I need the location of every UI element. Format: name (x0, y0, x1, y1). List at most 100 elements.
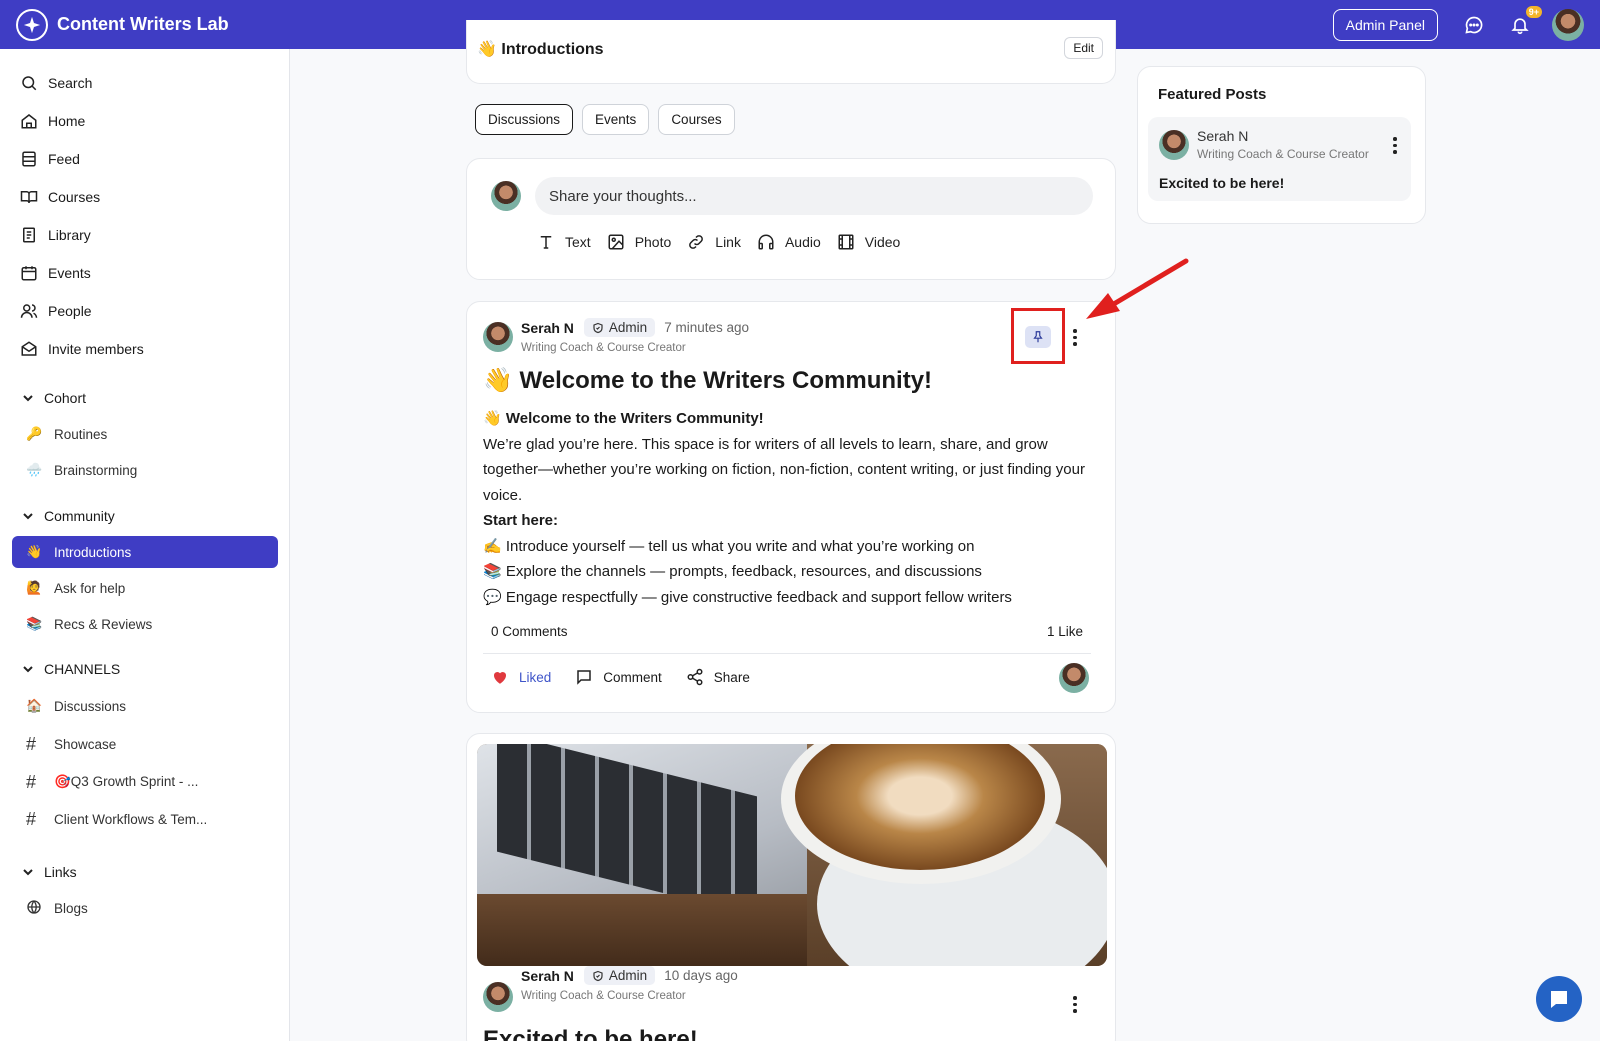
sidebar-item-q3-growth-sprint[interactable]: # 🎯Q3 Growth Sprint - ... (26, 770, 198, 794)
post-actions: Liked Comment Share (491, 668, 774, 686)
post-image[interactable] (477, 744, 1107, 966)
sidebar-item-ask-for-help[interactable]: 🙋 Ask for help (26, 576, 125, 600)
photo-post-button[interactable]: Photo (607, 233, 672, 251)
tab-courses[interactable]: Courses (658, 104, 735, 135)
section-community[interactable]: Community (22, 508, 115, 524)
sidebar-item-brainstorming[interactable]: 🌧️ Brainstorming (26, 458, 137, 482)
bell-icon[interactable]: 9+ (1510, 5, 1542, 35)
post-author[interactable]: Serah N (521, 320, 574, 336)
sidebar-item-label: Ask for help (54, 580, 126, 596)
sidebar-item-recs-reviews[interactable]: 📚 Recs & Reviews (26, 612, 152, 636)
sidebar-item-label: Library (48, 227, 91, 243)
sidebar-item-introductions[interactable]: 👋 Introductions (12, 536, 278, 568)
heart-icon (493, 671, 507, 684)
sidebar-item-label: Discussions (54, 698, 127, 714)
chevron-down-icon (22, 663, 34, 675)
sidebar-item-people[interactable]: People (20, 299, 92, 323)
avatar[interactable] (483, 322, 513, 352)
pin-button[interactable] (1025, 326, 1051, 348)
sidebar-item-home[interactable]: Home (20, 109, 85, 133)
likes-count[interactable]: 1 Like (1047, 624, 1083, 639)
sidebar-item-blogs[interactable]: Blogs (26, 896, 88, 920)
section-links[interactable]: Links (22, 864, 77, 880)
emoji-icon: 📚 (26, 616, 43, 631)
video-post-button[interactable]: Video (837, 233, 901, 251)
sidebar-item-library[interactable]: Library (20, 223, 91, 247)
sidebar-item-events[interactable]: Events (20, 261, 91, 285)
more-options-icon[interactable] (1392, 137, 1398, 154)
section-channels[interactable]: CHANNELS (22, 661, 120, 677)
photo-icon (608, 234, 624, 250)
app-logo[interactable] (16, 8, 48, 41)
text-post-button[interactable]: Text (537, 233, 591, 251)
more-options-icon[interactable] (1072, 329, 1078, 346)
avatar (1159, 130, 1189, 160)
list-item: 💬 Engage respectfully — give constructiv… (483, 588, 1012, 606)
shield-icon (593, 970, 603, 981)
sidebar-item-showcase[interactable]: # Showcase (26, 732, 116, 756)
featured-post-item[interactable]: Serah N Writing Coach & Course Creator E… (1148, 117, 1411, 201)
chevron-down-icon (22, 866, 34, 878)
sidebar-item-invite-members[interactable]: Invite members (20, 337, 144, 361)
comment-button[interactable]: Comment (575, 668, 662, 686)
feed-icon (20, 150, 38, 168)
admin-badge: Admin (583, 966, 656, 985)
link-post-button[interactable]: Link (687, 233, 741, 251)
library-icon (20, 226, 38, 244)
share-thoughts-input[interactable]: Share your thoughts... (535, 177, 1093, 215)
sidebar-item-client-workflows[interactable]: # Client Workflows & Tem... (26, 807, 207, 831)
sidebar-item-label: Brainstorming (54, 462, 138, 478)
comment-label: Comment (603, 669, 662, 685)
calendar-icon (20, 264, 38, 282)
liked-label: Liked (519, 669, 552, 685)
app-title[interactable]: Content Writers Lab (57, 14, 229, 35)
share-button[interactable]: Share (686, 668, 750, 686)
tab-discussions[interactable]: Discussions (475, 104, 574, 135)
feed-tabs: Discussions Events Courses (475, 104, 735, 135)
section-label: Links (44, 864, 77, 880)
chat-launcher-button[interactable] (1536, 976, 1582, 1022)
avatar[interactable] (483, 982, 513, 1012)
badge-label: Admin (608, 320, 648, 335)
emoji-icon: 👋 (26, 544, 43, 559)
audio-post-button[interactable]: Audio (757, 233, 821, 251)
sidebar-item-label: Client Workflows & Tem... (54, 811, 208, 827)
comments-count[interactable]: 0 Comments (491, 624, 568, 639)
hash-icon: # (26, 808, 37, 829)
like-button[interactable]: Liked (491, 668, 551, 686)
more-options-icon[interactable] (1072, 996, 1078, 1013)
book-icon (20, 188, 38, 206)
chat-icon[interactable] (1464, 15, 1484, 35)
sidebar-item-discussions[interactable]: 🏠 Discussions (26, 694, 126, 718)
sidebar-item-label: 🎯Q3 Growth Sprint - ... (54, 774, 199, 789)
post-card: Serah N Admin 7 minutes ago Writing Coac… (466, 301, 1116, 713)
photo-label: Photo (634, 234, 672, 250)
notification-badge: 9+ (1525, 5, 1542, 18)
start-here-heading: Start here: (483, 512, 559, 529)
sidebar: Search Home Feed Courses Library Events … (0, 49, 290, 1041)
tab-events[interactable]: Events (582, 104, 650, 135)
sidebar-item-routines[interactable]: 🔑 Routines (26, 422, 107, 446)
liker-avatar[interactable] (1059, 663, 1089, 693)
post-author[interactable]: Serah N (521, 968, 574, 984)
annotation-arrow-icon (1086, 258, 1189, 319)
sidebar-item-label: Search (48, 75, 93, 91)
list-item: ✍️ Introduce yourself — tell us what you… (483, 537, 975, 555)
chat-bubble-icon (1551, 991, 1567, 1008)
search-icon (20, 74, 38, 92)
sidebar-item-feed[interactable]: Feed (20, 147, 80, 171)
admin-panel-button[interactable]: Admin Panel (1332, 8, 1438, 41)
avatar (491, 181, 521, 211)
emoji-icon: 🏠 (26, 698, 43, 713)
sidebar-item-search[interactable]: Search (20, 71, 92, 95)
admin-badge: Admin (583, 318, 656, 337)
edit-button[interactable]: Edit (1064, 37, 1103, 59)
chevron-down-icon (22, 510, 34, 522)
hash-icon: # (26, 771, 37, 792)
sidebar-item-label: Events (48, 265, 91, 281)
video-label: Video (864, 234, 901, 250)
section-cohort[interactable]: Cohort (22, 390, 86, 406)
section-label: Community (44, 508, 115, 524)
user-avatar[interactable] (1552, 8, 1584, 41)
sidebar-item-courses[interactable]: Courses (20, 185, 100, 209)
